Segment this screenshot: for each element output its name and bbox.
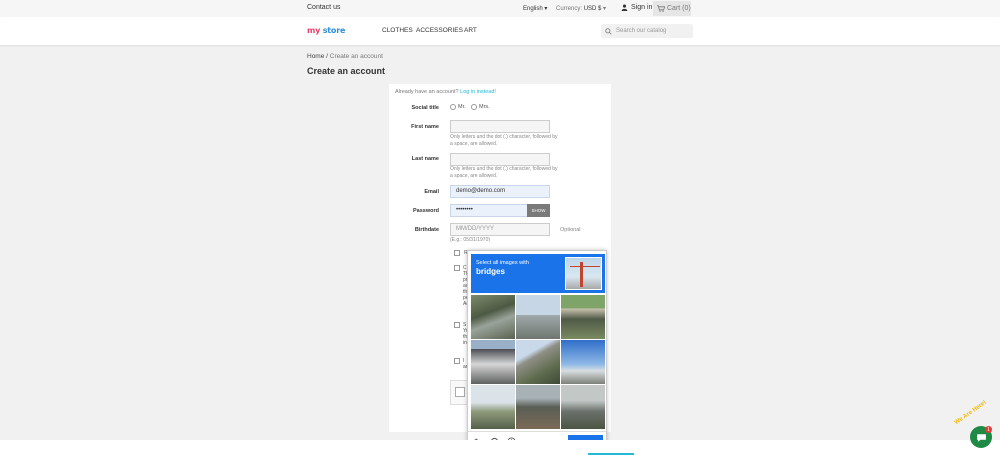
captcha-sample-image: [565, 257, 602, 290]
birthdate-hint: (E.g.: 05/31/1970): [450, 237, 491, 243]
social-title-label: Social title: [411, 105, 439, 111]
captcha-grid: [471, 295, 605, 429]
first-name-field[interactable]: [450, 120, 550, 133]
radio-mrs[interactable]: Mrs.: [471, 104, 490, 110]
chat-label: We Are Here!: [953, 399, 988, 427]
login-instead-link[interactable]: Log in instead!: [460, 89, 496, 95]
recaptcha-checkbox[interactable]: [455, 387, 465, 397]
breadcrumb: Home / Create an account: [307, 53, 383, 60]
site-header: my store CLOTHES ACCESSORIES ART Search …: [0, 17, 1000, 45]
captcha-tile[interactable]: [516, 385, 560, 429]
email-field[interactable]: demo@demo.com: [450, 185, 550, 198]
chat-badge: 1: [985, 426, 992, 433]
logo-my: my: [307, 26, 321, 35]
currency-value: USD $: [583, 6, 602, 12]
show-password-button[interactable]: SHOW: [527, 204, 550, 217]
nav-clothes[interactable]: CLOTHES: [382, 27, 413, 34]
captcha-tile[interactable]: [516, 340, 560, 384]
chat-icon: [976, 433, 986, 442]
captcha-tile[interactable]: [471, 385, 515, 429]
captcha-tile[interactable]: [561, 295, 605, 339]
first-name-label: First name: [411, 124, 439, 130]
chevron-down-icon: ▾: [603, 6, 607, 12]
first-name-hint: Only letters and the dot (.) character, …: [450, 134, 558, 147]
currency-label: Currency:: [556, 6, 583, 12]
captcha-tile[interactable]: [516, 295, 560, 339]
captcha-tile[interactable]: [561, 385, 605, 429]
last-name-label: Last name: [411, 156, 439, 162]
search-icon: [605, 27, 612, 35]
email-label: Email: [424, 189, 439, 195]
search-placeholder: Search our catalog: [616, 28, 667, 34]
radio-mrs-label: Mrs.: [479, 104, 490, 110]
store-logo[interactable]: my store: [307, 26, 345, 35]
cart-button[interactable]: Cart (0): [653, 1, 691, 16]
radio-mr[interactable]: Mr.: [450, 104, 466, 110]
breadcrumb-home[interactable]: Home: [307, 53, 324, 60]
page-title: Create an account: [307, 66, 386, 76]
password-label: Password: [413, 208, 439, 214]
already-have-account: Already have an account? Log in instead!: [395, 89, 496, 95]
last-name-hint: Only letters and the dot (.) character, …: [450, 166, 558, 179]
search-input[interactable]: Search our catalog: [601, 24, 693, 38]
language-label: English: [523, 6, 543, 12]
nav-accessories[interactable]: ACCESSORIES: [416, 27, 463, 34]
breadcrumb-current: Create an account: [329, 53, 383, 60]
captcha-challenge: Select all images with bridges ↻ VERIFY: [467, 250, 607, 452]
birthdate-field[interactable]: MM/DD/YYYY: [450, 223, 550, 236]
radio-circle[interactable]: [450, 104, 456, 110]
footer-strip: [0, 440, 1000, 455]
chat-button[interactable]: 1: [970, 426, 992, 448]
captcha-header: Select all images with bridges: [471, 254, 605, 293]
logo-store: store: [322, 26, 346, 35]
captcha-tile[interactable]: [471, 295, 515, 339]
birthdate-optional: Optional: [560, 227, 581, 233]
language-selector[interactable]: English ▾: [523, 5, 547, 12]
captcha-instruction: Select all images with: [476, 260, 529, 266]
signin-label: Sign in: [631, 4, 653, 11]
cart-icon: [657, 5, 665, 12]
cart-label: Cart (0): [667, 5, 691, 12]
already-text: Already have an account?: [395, 89, 459, 95]
radio-mr-label: Mr.: [458, 104, 466, 110]
currency-selector[interactable]: Currency: USD $ ▾: [556, 5, 606, 12]
birthdate-label: Birthdate: [414, 227, 439, 233]
captcha-target: bridges: [476, 267, 505, 276]
last-name-field[interactable]: [450, 153, 550, 166]
breadcrumb-separator: /: [326, 53, 328, 60]
chevron-down-icon: ▾: [544, 6, 548, 12]
checkbox-offers[interactable]: [454, 250, 460, 256]
signin-link[interactable]: Sign in: [621, 4, 652, 11]
contact-link[interactable]: Contact us: [307, 4, 340, 11]
captcha-tile[interactable]: [561, 340, 605, 384]
captcha-tile[interactable]: [471, 340, 515, 384]
top-bar: Contact us English ▾ Currency: USD $ ▾ S…: [0, 0, 1000, 17]
user-icon: [621, 4, 628, 11]
nav-art[interactable]: ART: [464, 27, 477, 34]
password-field[interactable]: ••••••••: [450, 204, 528, 217]
radio-circle[interactable]: [471, 104, 477, 110]
